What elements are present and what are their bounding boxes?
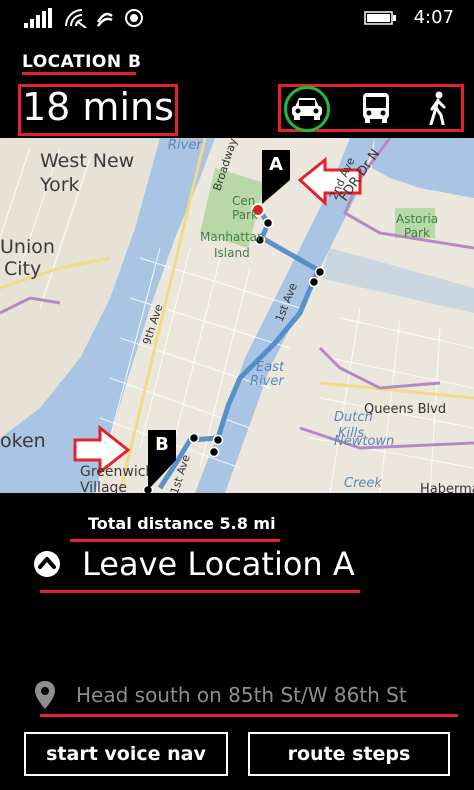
map-label-dutch-kills: Dutch [334, 410, 373, 425]
pin-b[interactable]: B [148, 430, 176, 460]
map-label-astoria: Astoria [396, 212, 439, 226]
annotation-underline [70, 539, 280, 542]
map-label-central-park-2: Park [232, 208, 258, 222]
total-distance: Total distance 5.8 mi [88, 514, 276, 533]
route-steps-button[interactable]: route steps [248, 732, 450, 776]
start-voice-nav-button[interactable]: start voice nav [24, 732, 228, 776]
map-label-hoboken: oken [0, 430, 46, 452]
signal-icon [24, 8, 52, 28]
car-mode-button[interactable] [285, 88, 329, 128]
transit-mode-button[interactable] [354, 88, 398, 128]
map-label-west-new-york-2: York [40, 174, 80, 196]
annotation-underline [22, 72, 136, 75]
annotation-underline [40, 714, 458, 717]
map-label-manhattan: Manhattan [200, 230, 265, 244]
location-icon [125, 9, 143, 27]
map-label-union-city-2: City [4, 258, 42, 280]
pin-a-stem [262, 180, 290, 204]
map-label-west-new-york: West New [40, 150, 135, 172]
map-label-east-river: East [256, 360, 285, 375]
up-arrow-circle-icon [34, 551, 60, 577]
current-step[interactable]: Leave Location A [32, 545, 355, 583]
car-icon [292, 98, 322, 120]
pin-a[interactable]: A [262, 150, 290, 180]
current-step-text: Leave Location A [82, 545, 355, 583]
status-bar: 4:07 [0, 0, 474, 36]
map-label-river: River [168, 138, 202, 153]
walk-mode-button[interactable] [416, 88, 460, 128]
map-label-newtown: Newtown [334, 434, 395, 449]
map-label-union-city: Union [0, 236, 55, 258]
location-pin-icon [35, 681, 55, 709]
map-label-queens-blvd: Queens Blvd [364, 402, 447, 417]
next-step-text: Head south on 85th St/W 86th St [76, 683, 407, 707]
next-step[interactable]: Head south on 85th St/W 86th St [34, 680, 407, 710]
destination-title: LOCATION B [22, 52, 142, 72]
annotation-underline [40, 590, 360, 593]
route-map[interactable]: West New York Union City oken Greenwich … [0, 138, 474, 493]
map-label-greenwich: Greenwich [80, 464, 155, 480]
map-label-astoria-2: Park [404, 226, 430, 240]
map-label-newtown-2: Creek [344, 476, 382, 491]
wifi-icon [65, 9, 87, 28]
data-sense-icon [96, 12, 113, 27]
map-label-greenwich-2: Village [80, 480, 128, 493]
map-label-manhattan-2: Island [214, 246, 250, 260]
map-label-east-river-2: River [250, 374, 284, 389]
eta-text: 18 mins [22, 85, 174, 129]
walk-icon [429, 91, 446, 125]
pin-b-stem [148, 460, 176, 490]
map-label-haberman: Haberman [420, 482, 474, 493]
clock: 4:07 [413, 7, 454, 28]
battery-icon [364, 11, 396, 25]
bus-icon [363, 93, 389, 123]
map-label-central-park: Cen [232, 194, 256, 208]
